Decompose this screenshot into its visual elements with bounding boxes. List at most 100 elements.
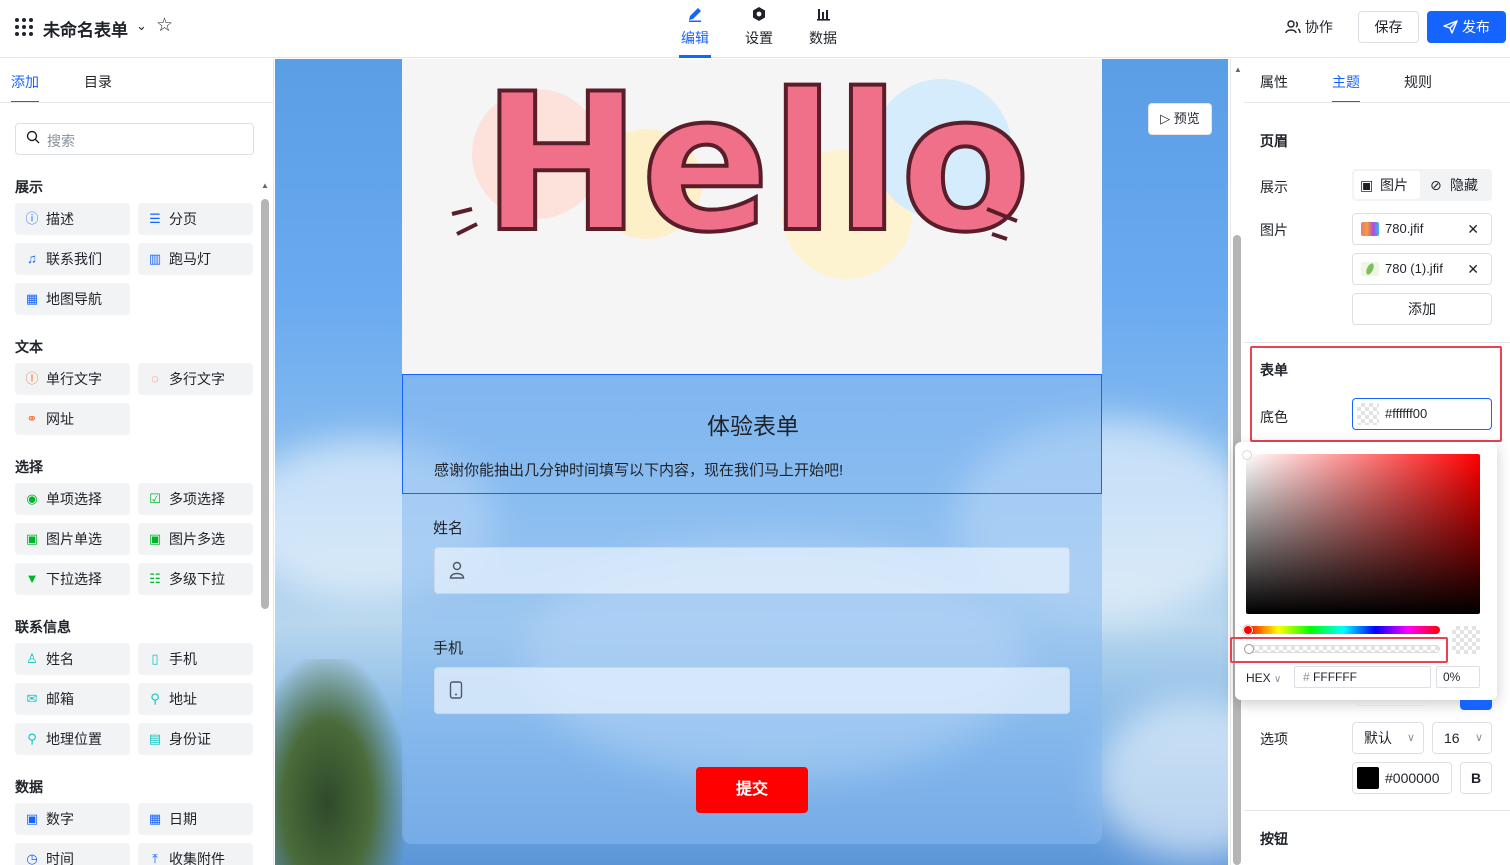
image-check-icon: ▣ [148, 531, 162, 546]
phone-icon [449, 681, 463, 703]
bar-chart-icon [798, 6, 848, 28]
tab-add[interactable]: 添加 [11, 72, 39, 92]
tab-properties[interactable]: 属性 [1260, 72, 1288, 92]
saturation-panel[interactable] [1243, 451, 1480, 614]
component-attachment[interactable]: ⤒ 收集附件 [138, 843, 253, 865]
chat-icon: ◌ [151, 371, 159, 386]
section-title-display: 展示 [15, 179, 43, 195]
hello-artwork: Hello [451, 59, 1033, 276]
option-color-input[interactable]: #000000 [1352, 762, 1452, 794]
user-icon [449, 561, 465, 583]
component-map-nav[interactable]: ▦ 地图导航 [15, 283, 130, 315]
alpha-percent-input[interactable]: 0% [1436, 666, 1480, 688]
upload-icon: ⤒ [152, 851, 158, 865]
hue-slider[interactable] [1243, 625, 1440, 635]
collab-button[interactable]: 协作 [1285, 17, 1333, 37]
geo-pin-icon: ⚲ [27, 731, 37, 746]
star-icon[interactable]: ☆ [156, 14, 173, 37]
component-pagination[interactable]: ☰ 分页 [138, 203, 253, 235]
tab-data[interactable]: 数据 [798, 6, 848, 48]
component-url[interactable]: ⚭ 网址 [15, 403, 130, 435]
file-item[interactable]: 780.jfif ✕ [1352, 213, 1492, 245]
name-input[interactable] [434, 547, 1070, 594]
form-description: 感谢你能抽出几分钟时间填写以下内容，现在我们马上开始吧! [434, 462, 844, 479]
phone-input[interactable] [434, 667, 1070, 714]
search-input[interactable]: 搜索 [15, 123, 254, 155]
form-header-block[interactable]: 体验表单 感谢你能抽出几分钟时间填写以下内容，现在我们马上开始吧! [402, 374, 1102, 494]
id-card-icon: ▤ [148, 731, 162, 746]
component-single-line-text[interactable]: Ⓘ 单行文字 [15, 363, 130, 395]
component-name[interactable]: ♙ 姓名 [15, 643, 130, 675]
info-circle-icon: ⓘ [25, 211, 39, 226]
chevron-down-icon[interactable]: ⌄ [136, 18, 147, 34]
form-canvas: Hello 体验表单 感谢你能抽出几分钟时间填写以下内容，现在我们马上开始吧! … [275, 59, 1228, 865]
hue-handle[interactable] [1243, 625, 1253, 635]
file-thumbnail [1361, 222, 1379, 236]
tab-catalog[interactable]: 目录 [84, 72, 112, 92]
component-cascade-dropdown[interactable]: ☷ 多级下拉 [138, 563, 253, 595]
highlight-box [1230, 637, 1448, 663]
option-label: 选项 [1260, 731, 1288, 747]
publish-button[interactable]: 发布 [1427, 11, 1506, 43]
pen-icon [670, 6, 720, 28]
left-scrollbar[interactable] [261, 199, 269, 609]
component-multi-line-text[interactable]: ◌ 多行文字 [138, 363, 253, 395]
display-option-hide[interactable]: ⊘ 隐藏 [1424, 171, 1490, 199]
component-image-single[interactable]: ▣ 图片单选 [15, 523, 130, 555]
users-icon [1285, 19, 1305, 35]
top-bar: 未命名表单 ⌄ ☆ 编辑 设置 数据 协作 保存 发布 [0, 0, 1510, 58]
file-thumbnail [1361, 262, 1379, 276]
display-label: 展示 [1260, 179, 1288, 195]
chevron-down-icon: ∨ [1274, 674, 1282, 685]
preview-button[interactable]: ▷ 预览 [1148, 103, 1212, 135]
form-heading: 体验表单 [707, 413, 799, 439]
close-icon[interactable]: ✕ [1467, 214, 1479, 244]
component-marquee[interactable]: ▥ 跑马灯 [138, 243, 253, 275]
section-header: 页眉 [1260, 133, 1288, 149]
component-multi-choice[interactable]: ☑ 多项选择 [138, 483, 253, 515]
search-placeholder: 搜索 [47, 133, 75, 149]
component-date[interactable]: ▦ 日期 [138, 803, 253, 835]
chevron-down-icon: ∨ [1406, 732, 1415, 744]
scroll-up-arrow-icon[interactable]: ▲ [1234, 65, 1242, 74]
file-item[interactable]: 780 (1).jfif ✕ [1352, 253, 1492, 285]
close-icon[interactable]: ✕ [1467, 254, 1479, 284]
submit-button[interactable]: 提交 [696, 767, 808, 813]
option-size-select[interactable]: 16 ∨ [1432, 722, 1492, 754]
component-image-multi[interactable]: ▣ 图片多选 [138, 523, 253, 555]
number-icon: ▣ [25, 811, 39, 826]
component-description[interactable]: ⓘ 描述 [15, 203, 130, 235]
component-dropdown[interactable]: ▼ 下拉选择 [15, 563, 130, 595]
hex-input[interactable]: # FFFFFF [1294, 666, 1431, 688]
component-email[interactable]: ✉ 邮箱 [15, 683, 130, 715]
header-image[interactable]: Hello [402, 59, 1102, 374]
tab-settings[interactable]: 设置 [734, 6, 784, 48]
component-number[interactable]: ▣ 数字 [15, 803, 130, 835]
component-address[interactable]: ⚲ 地址 [138, 683, 253, 715]
tab-edit[interactable]: 编辑 [670, 6, 720, 48]
publish-label: 发布 [1461, 19, 1490, 35]
save-button[interactable]: 保存 [1358, 11, 1419, 43]
scroll-up-arrow-icon[interactable]: ▲ [261, 181, 269, 190]
form-title[interactable]: 未命名表单 [43, 16, 128, 41]
component-contact-us[interactable]: ♫ 联系我们 [15, 243, 130, 275]
component-geo-location[interactable]: ⚲ 地理位置 [15, 723, 130, 755]
highlight-box [1250, 346, 1502, 442]
map-icon: ▦ [25, 291, 39, 306]
user-icon: ♙ [26, 651, 38, 666]
tab-rules[interactable]: 规则 [1404, 72, 1432, 92]
saturation-handle[interactable] [1243, 451, 1251, 459]
apps-grid-icon[interactable] [15, 18, 33, 36]
color-mode-select[interactable]: HEX ∨ [1246, 671, 1281, 685]
bold-toggle[interactable]: B [1460, 762, 1492, 794]
tab-theme[interactable]: 主题 [1332, 72, 1360, 92]
component-single-choice[interactable]: ◉ 单项选择 [15, 483, 130, 515]
component-time[interactable]: ◷ 时间 [15, 843, 130, 865]
image-icon: ▣ [1360, 177, 1374, 193]
background-palm-tree [275, 659, 405, 865]
component-phone[interactable]: ▯ 手机 [138, 643, 253, 675]
display-option-image[interactable]: ▣ 图片 [1354, 171, 1420, 199]
add-image-button[interactable]: 添加 [1352, 293, 1492, 325]
component-id-card[interactable]: ▤ 身份证 [138, 723, 253, 755]
option-font-select[interactable]: 默认 ∨ [1352, 722, 1424, 754]
